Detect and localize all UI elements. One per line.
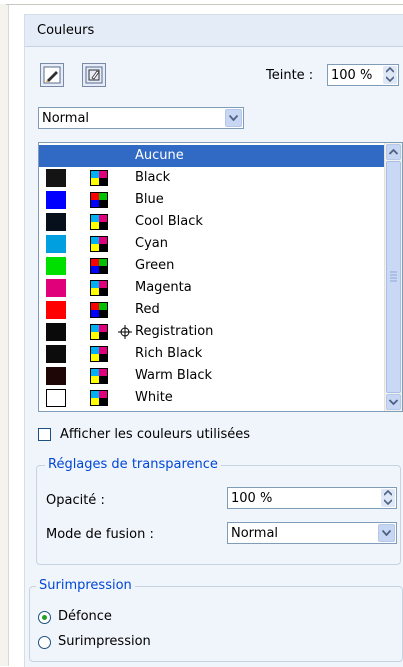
blend-mode-arrow[interactable] <box>378 524 395 542</box>
tint-label: Teinte : <box>266 68 314 83</box>
opacity-value[interactable]: 100 % <box>231 491 272 506</box>
pencil-fill-icon <box>43 66 61 84</box>
swatch-row[interactable]: Magenta <box>39 277 385 299</box>
swatch-color <box>46 389 66 407</box>
swatch-color <box>46 367 66 385</box>
cmyk-process-icon <box>90 390 108 406</box>
radio-defonce[interactable] <box>38 611 51 624</box>
swatch-row[interactable]: Cyan <box>39 233 385 255</box>
swatch-name: Registration <box>135 324 214 339</box>
chevron-down-icon <box>384 499 392 505</box>
mode-select[interactable]: Normal <box>38 107 244 129</box>
swatch-color <box>46 345 66 363</box>
chevron-down-icon <box>386 76 394 82</box>
tint-down-button[interactable] <box>383 75 397 84</box>
radio-surimpression-label[interactable]: Surimpression <box>58 634 151 649</box>
panel-header[interactable]: Couleurs <box>25 15 403 47</box>
swatch-color <box>46 257 66 275</box>
swatch-color <box>46 323 66 341</box>
swatch-list-scrollbar[interactable] <box>384 143 402 411</box>
swatch-color <box>46 301 66 319</box>
cmyk-process-icon <box>90 214 108 230</box>
scroll-up-button[interactable] <box>386 144 401 160</box>
blend-mode-select[interactable]: Normal <box>227 522 397 544</box>
swatch-name: Aucune <box>135 148 184 163</box>
mode-select-value: Normal <box>42 111 90 126</box>
radio-surimpression[interactable] <box>38 636 51 649</box>
chevron-down-icon <box>229 115 238 121</box>
radio-dot <box>42 615 47 620</box>
swatch-row[interactable]: Registration <box>39 321 385 343</box>
opacity-spin-arrows[interactable] <box>381 489 395 507</box>
transparency-group <box>36 465 401 565</box>
panel-title: Couleurs <box>37 23 95 38</box>
cmyk-process-icon <box>90 280 108 296</box>
swatch-row[interactable]: Warm Black <box>39 365 385 387</box>
brush-stroke-icon <box>85 66 103 84</box>
scroll-down-button[interactable] <box>386 394 401 410</box>
cmyk-process-icon <box>90 368 108 384</box>
opacity-down-button[interactable] <box>381 498 395 507</box>
swatch-row[interactable]: Red <box>39 299 385 321</box>
swatch-name: Black <box>135 170 171 185</box>
scroll-thumb[interactable] <box>386 161 401 393</box>
swatch-name: Cyan <box>135 236 168 251</box>
swatch-row[interactable]: Green <box>39 255 385 277</box>
cmyk-process-icon <box>90 302 108 318</box>
show-used-label[interactable]: Afficher les couleurs utilisées <box>60 427 250 442</box>
swatch-name: Rich Black <box>135 346 203 361</box>
swatch-name: Blue <box>135 192 164 207</box>
stroke-button[interactable] <box>82 63 106 87</box>
swatch-name: Magenta <box>135 280 192 295</box>
cmyk-process-icon <box>90 236 108 252</box>
window-top-edge <box>6 4 403 5</box>
grip-icon <box>390 271 397 282</box>
tint-up-button[interactable] <box>383 66 397 75</box>
swatch-row[interactable]: Cool Black <box>39 211 385 233</box>
swatch-name: Cool Black <box>135 214 203 229</box>
opacity-spinner[interactable]: 100 % <box>227 487 397 509</box>
overprint-legend: Surimpression <box>36 578 135 593</box>
chevron-up-icon <box>388 148 399 155</box>
swatch-color <box>46 169 66 187</box>
swatch-color <box>46 213 66 231</box>
overprint-group <box>29 586 403 662</box>
radio-defonce-label[interactable]: Défonce <box>58 609 112 624</box>
swatch-color <box>46 235 66 253</box>
swatch-row[interactable]: Aucune <box>39 145 385 167</box>
swatch-name: Green <box>135 258 175 273</box>
chevron-up-icon <box>386 67 394 73</box>
tint-spinner[interactable]: 100 % <box>327 64 399 86</box>
swatch-row[interactable]: Rich Black <box>39 343 385 365</box>
swatch-name: Red <box>135 302 160 317</box>
show-used-checkbox[interactable] <box>38 428 51 441</box>
swatch-name: White <box>135 390 173 405</box>
cmyk-process-icon <box>90 258 108 274</box>
tint-value[interactable]: 100 % <box>331 68 372 83</box>
chevron-down-icon <box>382 530 391 536</box>
tint-spin-arrows[interactable] <box>383 66 397 84</box>
swatch-color <box>46 279 66 297</box>
window-left-edge <box>0 4 9 666</box>
transparency-legend: Réglages de transparence <box>45 457 221 472</box>
swatch-row[interactable]: Black <box>39 167 385 189</box>
opacity-label: Opacité : <box>46 493 105 508</box>
swatch-name: Warm Black <box>135 368 213 383</box>
blend-mode-value: Normal <box>231 526 279 541</box>
cmyk-process-icon <box>90 324 108 340</box>
mode-select-arrow[interactable] <box>225 109 242 127</box>
swatch-color <box>46 191 66 209</box>
chevron-up-icon <box>384 490 392 496</box>
cmyk-process-icon <box>90 346 108 362</box>
swatch-row[interactable]: White <box>39 387 385 409</box>
opacity-up-button[interactable] <box>381 489 395 498</box>
chevron-down-icon <box>388 399 399 406</box>
cmyk-process-icon <box>90 192 108 208</box>
swatch-list[interactable]: Aucune Black Blue Cool Black Cyan Green Magent… <box>38 142 403 412</box>
fill-button[interactable] <box>40 63 64 87</box>
registration-mark-icon <box>118 325 132 339</box>
swatch-row[interactable]: Blue <box>39 189 385 211</box>
cmyk-process-icon <box>90 170 108 186</box>
blend-mode-label: Mode de fusion : <box>46 527 154 542</box>
